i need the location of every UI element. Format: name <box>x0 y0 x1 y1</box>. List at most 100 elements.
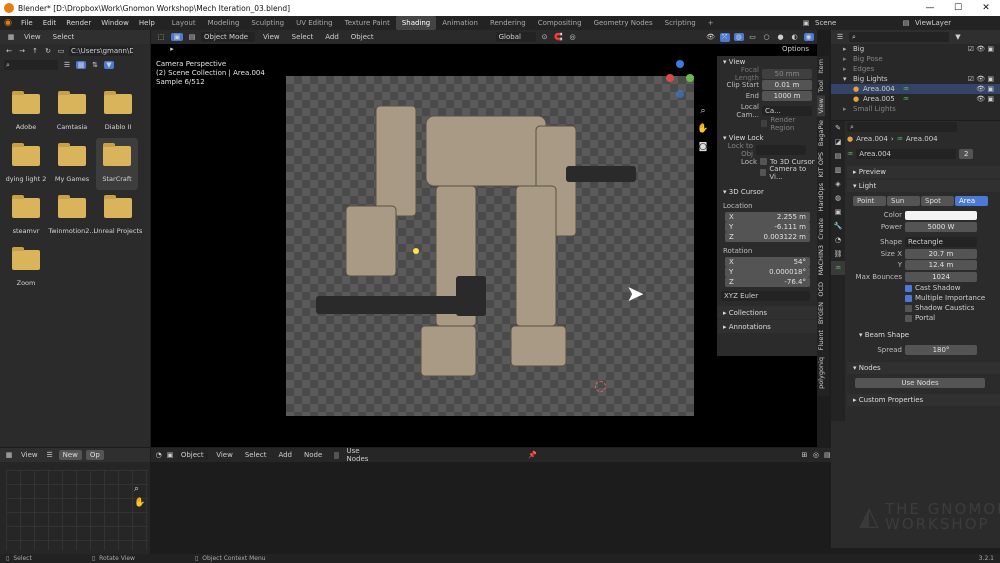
select-mode-icon[interactable]: ▤ <box>187 33 197 41</box>
snap-icon[interactable]: 🧲 <box>554 33 564 41</box>
viewport-select-menu[interactable]: Select <box>288 33 318 41</box>
tab-view[interactable]: View <box>817 95 825 117</box>
light-section-header[interactable]: ▾ Light <box>847 180 1000 192</box>
tab-modeling[interactable]: Modeling <box>202 16 246 30</box>
pivot-icon[interactable]: ⊙ <box>540 33 550 41</box>
tab-fluent[interactable]: Fluent <box>817 327 825 353</box>
image-grid-canvas[interactable] <box>6 470 148 550</box>
menu-file[interactable]: File <box>16 16 38 30</box>
shader-type-dropdown[interactable]: Object <box>177 450 209 460</box>
visibility-eye-icon[interactable]: ☑ 👁 ▣ <box>968 45 994 53</box>
folder-item[interactable]: Diablo II <box>92 90 144 138</box>
node-node-menu[interactable]: Node <box>300 451 326 459</box>
tab-layout[interactable]: Layout <box>166 16 202 30</box>
new-folder-icon[interactable]: ▭ <box>56 47 66 55</box>
minimize-icon[interactable]: — <box>916 0 944 16</box>
portal-checkbox[interactable] <box>905 314 912 322</box>
light-type-area[interactable]: Area <box>955 195 988 206</box>
spread-field[interactable]: 180° <box>905 345 977 355</box>
folder-item[interactable]: Unreal Projects <box>92 194 144 242</box>
node-select-menu[interactable]: Select <box>241 451 271 459</box>
folder-item[interactable]: steamvr <box>0 194 52 242</box>
object-tab-icon[interactable]: ▣ <box>831 205 845 219</box>
outliner-item-edges[interactable]: ▸ Edges <box>831 64 1000 74</box>
tab-sculpting[interactable]: Sculpting <box>245 16 290 30</box>
shape-dropdown[interactable]: Rectangle <box>905 237 977 247</box>
menu-help[interactable]: Help <box>134 16 160 30</box>
scene-tab-icon[interactable]: ◈ <box>831 177 845 191</box>
overlay-toggle-icon[interactable]: ◎ <box>812 451 819 459</box>
light-origin-icon[interactable] <box>413 248 419 254</box>
gizmo-x-icon[interactable] <box>666 74 674 82</box>
outliner-search-input[interactable]: ⌕ <box>849 32 949 42</box>
outliner-item-big[interactable]: ▸ Big ☑ 👁 ▣ <box>831 44 1000 54</box>
tab-tool[interactable]: Tool <box>817 77 825 96</box>
outliner-item-big-lights[interactable]: ▾ Big Lights ☑ 👁 ▣ <box>831 74 1000 84</box>
tool-tab-icon[interactable]: ✎ <box>831 121 845 135</box>
collections-section-header[interactable]: ▸ Collections <box>717 306 817 319</box>
tab-scripting[interactable]: Scripting <box>659 16 702 30</box>
options-dropdown[interactable]: Options <box>778 45 813 53</box>
zoom-icon[interactable]: ⌕ <box>134 482 145 496</box>
gizmo-y-icon[interactable] <box>686 74 694 82</box>
node-view-menu[interactable]: View <box>212 451 237 459</box>
navigation-gizmo[interactable] <box>665 60 695 100</box>
back-arrow-icon[interactable]: ← <box>4 47 14 55</box>
max-bounces-field[interactable]: 1024 <box>905 272 977 282</box>
pan-hand-icon[interactable]: ✋ <box>697 120 709 138</box>
multiple-importance-checkbox[interactable] <box>905 294 912 302</box>
viewport-object-menu[interactable]: Object <box>347 33 378 41</box>
menu-render[interactable]: Render <box>61 16 96 30</box>
tab-rendering[interactable]: Rendering <box>484 16 532 30</box>
world-tab-icon[interactable]: ◍ <box>831 191 845 205</box>
file-view-menu[interactable]: View <box>18 33 47 41</box>
tab-item[interactable]: Item <box>817 56 825 77</box>
transform-orientation-dropdown[interactable]: Global <box>495 32 536 42</box>
path-field[interactable]: C:\Users\gmann\Docu... <box>69 46 133 56</box>
parent-dir-icon[interactable]: ↑ <box>30 47 40 55</box>
folder-item[interactable]: Twinmotion2... <box>46 194 98 242</box>
tab-compositing[interactable]: Compositing <box>532 16 588 30</box>
gizmo-icon[interactable]: ⤧ <box>719 32 730 42</box>
cursor-rot-z[interactable]: Z -76.4° <box>717 277 817 287</box>
tab-ocd[interactable]: OCD <box>817 279 825 300</box>
cursor-loc-z[interactable]: Z 0.003122 m <box>717 232 817 242</box>
menu-window[interactable]: Window <box>96 16 134 30</box>
tab-texture-paint[interactable]: Texture Paint <box>339 16 396 30</box>
users-count[interactable]: 2 <box>959 149 974 159</box>
blender-menu-icon[interactable]: ◉ <box>0 18 16 28</box>
display-list-icon[interactable]: ☰ <box>62 61 72 69</box>
visibility-icon[interactable]: 👁 <box>706 33 716 41</box>
power-field[interactable]: 5000 W <box>905 222 977 232</box>
light-type-spot[interactable]: Spot <box>921 195 954 206</box>
output-tab-icon[interactable]: ▤ <box>831 149 845 163</box>
constraints-tab-icon[interactable]: ⛓ <box>831 247 845 261</box>
folder-item[interactable]: Camtasia <box>46 90 98 138</box>
view-layer-tab-icon[interactable]: ▥ <box>831 163 845 177</box>
viewlayer-selector[interactable]: ViewLayer <box>912 18 982 28</box>
object-mode-dropdown[interactable]: Object Mode <box>201 32 255 42</box>
tab-uv-editing[interactable]: UV Editing <box>290 16 339 30</box>
cursor-loc-x[interactable]: X 2.255 m <box>717 212 817 222</box>
bottom-left-menu-icon[interactable]: ☰ <box>45 451 55 459</box>
scene-selector[interactable]: Scene <box>812 18 888 28</box>
folder-item[interactable]: My Games <box>46 142 98 190</box>
maximize-icon[interactable]: ☐ <box>944 0 972 16</box>
tab-polygoniq[interactable]: polygoniq <box>817 354 825 392</box>
light-type-point[interactable]: Point <box>853 195 886 206</box>
select-box-icon[interactable]: ▣ <box>171 33 183 41</box>
image-editor-icon[interactable]: ▦ <box>4 451 14 459</box>
file-search-input[interactable]: ⌕ <box>4 60 58 70</box>
outliner-item-small-lights[interactable]: ▸ Small Lights <box>831 104 1000 114</box>
editor-type-icon[interactable]: ▦ <box>4 33 18 41</box>
folder-item[interactable]: dying light 2 <box>0 142 52 190</box>
tab-geometry-nodes[interactable]: Geometry Nodes <box>588 16 659 30</box>
light-data-tab-icon[interactable]: ♒ <box>831 261 845 275</box>
size-y-field[interactable]: 12.4 m <box>905 259 977 270</box>
shading-material-icon[interactable]: ◐ <box>790 33 800 41</box>
preview-section-header[interactable]: ▸ Preview <box>847 166 1000 178</box>
physics-tab-icon[interactable]: ◔ <box>831 233 845 247</box>
viewport-view-menu[interactable]: View <box>259 33 284 41</box>
open-image-button[interactable]: Op <box>85 450 104 460</box>
toolbar-toggle-icon[interactable]: ▸ <box>166 45 178 53</box>
